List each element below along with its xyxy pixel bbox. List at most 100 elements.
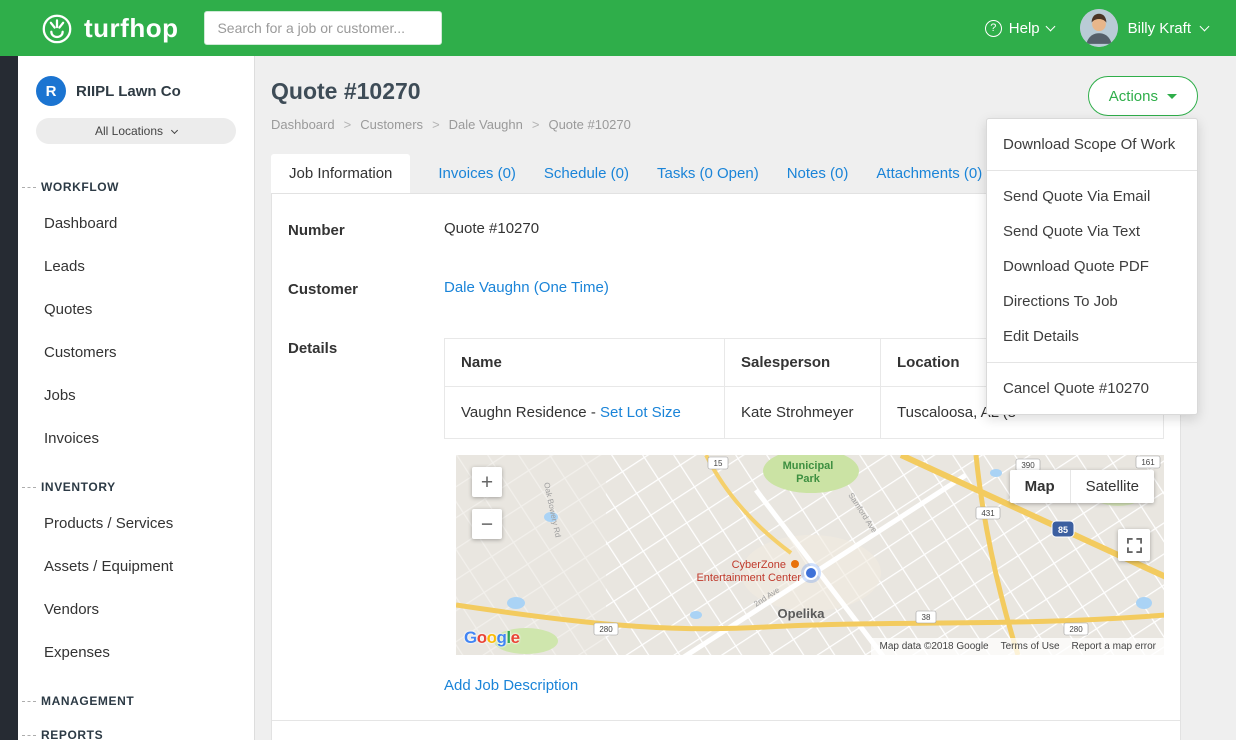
breadcrumb-dashboard[interactable]: Dashboard [271, 117, 335, 132]
number-label: Number [288, 220, 444, 239]
add-job-description-link[interactable]: Add Job Description [444, 677, 578, 694]
caret-down-icon [1167, 94, 1177, 99]
tab-tasks[interactable]: Tasks (0 Open) [657, 154, 759, 193]
details-label: Details [288, 338, 444, 700]
google-logo[interactable]: Google [464, 628, 520, 648]
menu-group: Send Quote Via Email Send Quote Via Text… [987, 170, 1197, 362]
svg-text:161: 161 [1141, 458, 1155, 467]
tab-invoices[interactable]: Invoices (0) [438, 154, 516, 193]
svg-text:38: 38 [922, 613, 931, 622]
customer-label: Customer [288, 279, 444, 298]
details-col-name: Name [445, 339, 725, 387]
tab-notes[interactable]: Notes (0) [787, 154, 849, 193]
menu-item-cancel-quote[interactable]: Cancel Quote #10270 [987, 371, 1197, 406]
zoom-out-button[interactable]: − [472, 509, 502, 539]
salesperson-cell: Kate Strohmeyer [725, 387, 881, 439]
main-content: Quote #10270 Dashboard > Customers > Dal… [255, 56, 1236, 740]
sidebar-item-leads[interactable]: Leads [18, 245, 254, 288]
tree-dashes-icon [22, 735, 36, 736]
chevron-down-icon [171, 126, 178, 133]
user-name: Billy Kraft [1128, 20, 1191, 37]
brand-logo[interactable]: turfhop [40, 11, 178, 45]
breadcrumb-quote: Quote #10270 [548, 117, 630, 132]
menu-item-download-scope[interactable]: Download Scope Of Work [987, 127, 1197, 162]
tab-job-information[interactable]: Job Information [271, 154, 410, 193]
details-col-salesperson: Salesperson [725, 339, 881, 387]
sidebar-item-vendors[interactable]: Vendors [18, 588, 254, 631]
company-logo: R [36, 76, 66, 106]
breadcrumb-customers[interactable]: Customers [360, 117, 423, 132]
terms-of-use-link[interactable]: Terms of Use [1001, 641, 1060, 652]
property-name-cell: Vaughn Residence - Set Lot Size [445, 387, 725, 439]
sidebar-item-expenses[interactable]: Expenses [18, 631, 254, 674]
map-label-poi-2: Entertainment Center [696, 572, 801, 584]
route-shield-15: 15 [708, 457, 728, 469]
map-attribution: Map data ©2018 Google Terms of Use Repor… [871, 638, 1164, 655]
svg-text:280: 280 [1069, 625, 1083, 634]
avatar [1080, 9, 1118, 47]
section-head-management: MANAGEMENT [18, 694, 254, 708]
report-map-error-link[interactable]: Report a map error [1072, 641, 1156, 652]
topbar-right: ? Help Billy Kraft [985, 9, 1208, 47]
chevron-down-icon [1200, 21, 1210, 31]
help-icon: ? [985, 20, 1002, 37]
map-label-park-2: Park [796, 473, 821, 485]
map-view-button[interactable]: Map [1010, 470, 1070, 503]
section-label: REPORTS [41, 728, 103, 740]
map-widget[interactable]: Municipal Park CyberZone Entertainment C… [456, 455, 1164, 655]
menu-item-send-quote-email[interactable]: Send Quote Via Email [987, 179, 1197, 214]
breadcrumb-separator: > [532, 117, 540, 132]
tree-dashes-icon [22, 187, 36, 188]
map-type-toggle: Map Satellite [1010, 470, 1154, 503]
menu-item-edit-details[interactable]: Edit Details [987, 319, 1197, 354]
user-menu[interactable]: Billy Kraft [1080, 9, 1208, 47]
svg-text:390: 390 [1021, 461, 1035, 470]
global-search-input[interactable] [204, 11, 442, 45]
zoom-in-button[interactable]: + [472, 467, 502, 497]
tab-attachments[interactable]: Attachments (0) [876, 154, 982, 193]
map-data-credit: Map data ©2018 Google [879, 641, 988, 652]
sidebar-item-assets-equipment[interactable]: Assets / Equipment [18, 545, 254, 588]
help-label: Help [1009, 20, 1040, 37]
svg-text:431: 431 [981, 509, 995, 518]
nav-section-inventory: INVENTORY Products / Services Assets / E… [18, 480, 254, 674]
customer-name-link[interactable]: Dale Vaughn [444, 279, 530, 296]
satellite-view-button[interactable]: Satellite [1070, 470, 1154, 503]
actions-button[interactable]: Actions [1088, 76, 1198, 116]
company-name: RIIPL Lawn Co [76, 83, 181, 100]
page-title: Quote #10270 [271, 78, 1198, 105]
fullscreen-button[interactable] [1118, 529, 1150, 561]
locations-label: All Locations [95, 124, 163, 138]
tab-schedule[interactable]: Schedule (0) [544, 154, 629, 193]
sidebar-item-customers[interactable]: Customers [18, 331, 254, 374]
set-lot-size-link[interactable]: Set Lot Size [600, 404, 681, 421]
sidebar-item-jobs[interactable]: Jobs [18, 374, 254, 417]
section-label: WORKFLOW [41, 180, 119, 194]
route-shield-280: 280 [594, 623, 618, 635]
actions-dropdown-menu: Download Scope Of Work Send Quote Via Em… [986, 118, 1198, 415]
sidebar-item-dashboard[interactable]: Dashboard [18, 202, 254, 245]
section-label: MANAGEMENT [41, 694, 134, 708]
menu-item-download-quote-pdf[interactable]: Download Quote PDF [987, 249, 1197, 284]
route-shield-280-b: 280 [1064, 623, 1088, 635]
section-head-reports: REPORTS [18, 728, 254, 740]
breadcrumb-customer-name[interactable]: Dale Vaughn [449, 117, 523, 132]
section-label: INVENTORY [41, 480, 116, 494]
customer-type-link[interactable]: (One Time) [534, 279, 609, 296]
nav-section-management: MANAGEMENT [18, 694, 254, 708]
map-zoom-controls: + − [472, 467, 502, 539]
menu-item-directions-to-job[interactable]: Directions To Job [987, 284, 1197, 319]
map-label-poi-1: CyberZone [732, 559, 786, 571]
sidebar-item-quotes[interactable]: Quotes [18, 288, 254, 331]
svg-text:85: 85 [1058, 525, 1068, 535]
sidebar: R RIIPL Lawn Co All Locations WORKFLOW D… [18, 56, 255, 740]
section-head-workflow: WORKFLOW [18, 180, 254, 194]
sidebar-item-products-services[interactable]: Products / Services [18, 502, 254, 545]
map-label-park-1: Municipal [783, 460, 834, 472]
turfhop-logo-icon [40, 11, 74, 45]
menu-item-send-quote-text[interactable]: Send Quote Via Text [987, 214, 1197, 249]
help-menu[interactable]: ? Help [985, 20, 1054, 37]
app: turfhop ? Help Billy Kraft [0, 0, 1236, 740]
sidebar-item-invoices[interactable]: Invoices [18, 417, 254, 460]
locations-dropdown[interactable]: All Locations [36, 118, 236, 144]
